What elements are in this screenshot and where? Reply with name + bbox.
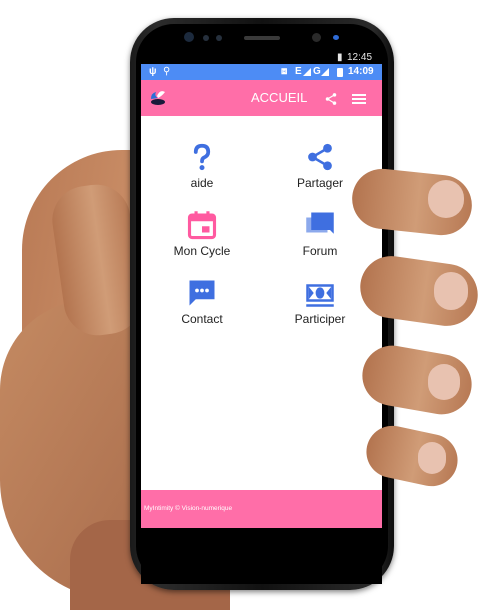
app-bar: ACCUEIL — [141, 80, 382, 116]
app-screen: ▮ 12:45 ψ ⚲ ⧈ E G 14:09 ACCUEIL aide Par… — [141, 52, 382, 528]
app-logo-icon[interactable] — [148, 87, 168, 107]
sensor-icon — [203, 35, 209, 41]
page-title: ACCUEIL — [251, 90, 308, 105]
signal-type-g: G — [313, 66, 321, 77]
phone-chin — [141, 528, 382, 584]
vibrate-icon: ⧈ — [281, 66, 288, 77]
footer-copyright: MyIntimity © Vision-numerique — [144, 505, 233, 512]
help-icon — [193, 143, 211, 171]
fingernail — [434, 272, 468, 310]
share-icon[interactable] — [324, 92, 338, 106]
notification-icon: ⚲ — [163, 66, 171, 77]
speaker-grill — [244, 36, 280, 40]
usb-icon: ψ — [149, 66, 157, 77]
chat-icon — [189, 280, 215, 306]
menu-label: Contact — [181, 312, 223, 326]
menu-label: Participer — [294, 312, 346, 326]
money-icon — [306, 284, 334, 307]
signal-icon — [321, 68, 329, 76]
led-icon — [333, 35, 339, 40]
signal-icon — [303, 68, 311, 76]
iris-camera-icon — [312, 33, 321, 42]
front-camera-icon — [184, 32, 194, 42]
menu-label: Mon Cycle — [173, 244, 231, 258]
battery-icon — [337, 68, 343, 77]
fingernail — [428, 180, 464, 218]
menu-icon[interactable] — [352, 93, 366, 105]
menu-label: Forum — [302, 244, 338, 258]
status-bar: ψ ⚲ ⧈ E G 14:09 — [141, 64, 382, 80]
calendar-icon — [187, 211, 217, 240]
device-status-strip: ▮ 12:45 — [141, 52, 382, 64]
status-time: 14:09 — [348, 66, 374, 77]
menu-item-contact[interactable]: Contact — [142, 278, 262, 326]
share-icon — [308, 143, 332, 171]
signal-type-e: E — [295, 66, 302, 77]
forum-icon — [306, 212, 334, 234]
sensor-icon — [216, 35, 222, 41]
menu-item-aide[interactable]: aide — [142, 142, 262, 190]
menu-label: aide — [190, 176, 214, 190]
fingernail — [428, 364, 460, 400]
device-time: 12:45 — [347, 52, 373, 63]
fingernail — [418, 442, 446, 474]
battery-small-icon: ▮ — [337, 52, 343, 63]
menu-item-mon-cycle[interactable]: Mon Cycle — [142, 210, 262, 258]
footer-bar: MyIntimity © Vision-numerique — [141, 490, 382, 528]
